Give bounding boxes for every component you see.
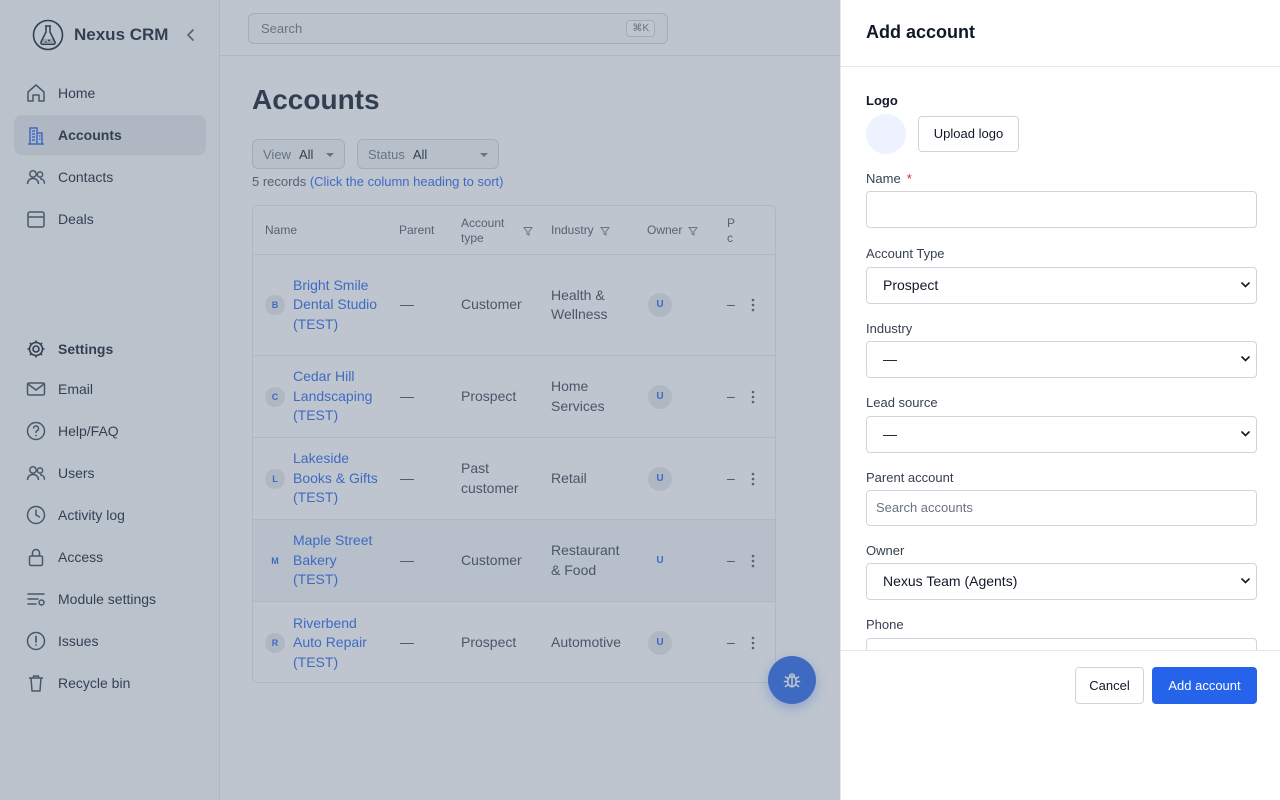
parent-account-label: Parent account [866, 470, 954, 485]
chevron-down-icon [1241, 356, 1250, 362]
account-type-label: Account Type [866, 246, 945, 261]
name-label: Name * [866, 171, 912, 186]
upload-logo-button[interactable]: Upload logo [918, 116, 1019, 152]
chevron-down-icon [1241, 282, 1250, 288]
add-account-button[interactable]: Add account [1152, 667, 1257, 704]
cancel-button[interactable]: Cancel [1075, 667, 1144, 704]
owner-value: Nexus Team (Agents) [883, 573, 1018, 589]
chevron-down-icon [1241, 431, 1250, 437]
logo-label: Logo [866, 93, 898, 108]
industry-label: Industry [866, 321, 913, 336]
required-mark: * [906, 171, 912, 186]
name-input[interactable] [866, 191, 1257, 228]
lead-source-value: — [883, 426, 897, 442]
modal-backdrop[interactable] [0, 0, 840, 800]
owner-label: Owner [866, 543, 905, 558]
drawer-title: Add account [866, 22, 976, 42]
owner-select[interactable]: Nexus Team (Agents) [866, 563, 1257, 600]
phone-input[interactable] [866, 638, 1257, 650]
divider [841, 66, 1280, 67]
add-account-drawer: Add account Logo Upload logo Name * Accou… [840, 0, 1280, 800]
lead-source-label: Lead source [866, 395, 938, 410]
industry-select[interactable]: — [866, 341, 1257, 378]
chevron-down-icon [1241, 578, 1250, 584]
footer-divider [841, 650, 1280, 651]
lead-source-select[interactable]: — [866, 416, 1257, 453]
account-type-value: Prospect [883, 277, 939, 293]
parent-account-search-input[interactable]: Search accounts [866, 490, 1257, 526]
account-type-select[interactable]: Prospect [866, 267, 1257, 304]
name-label-text: Name [866, 171, 901, 186]
logo-preview [866, 114, 906, 154]
phone-label: Phone [866, 617, 904, 632]
industry-value: — [883, 351, 897, 367]
